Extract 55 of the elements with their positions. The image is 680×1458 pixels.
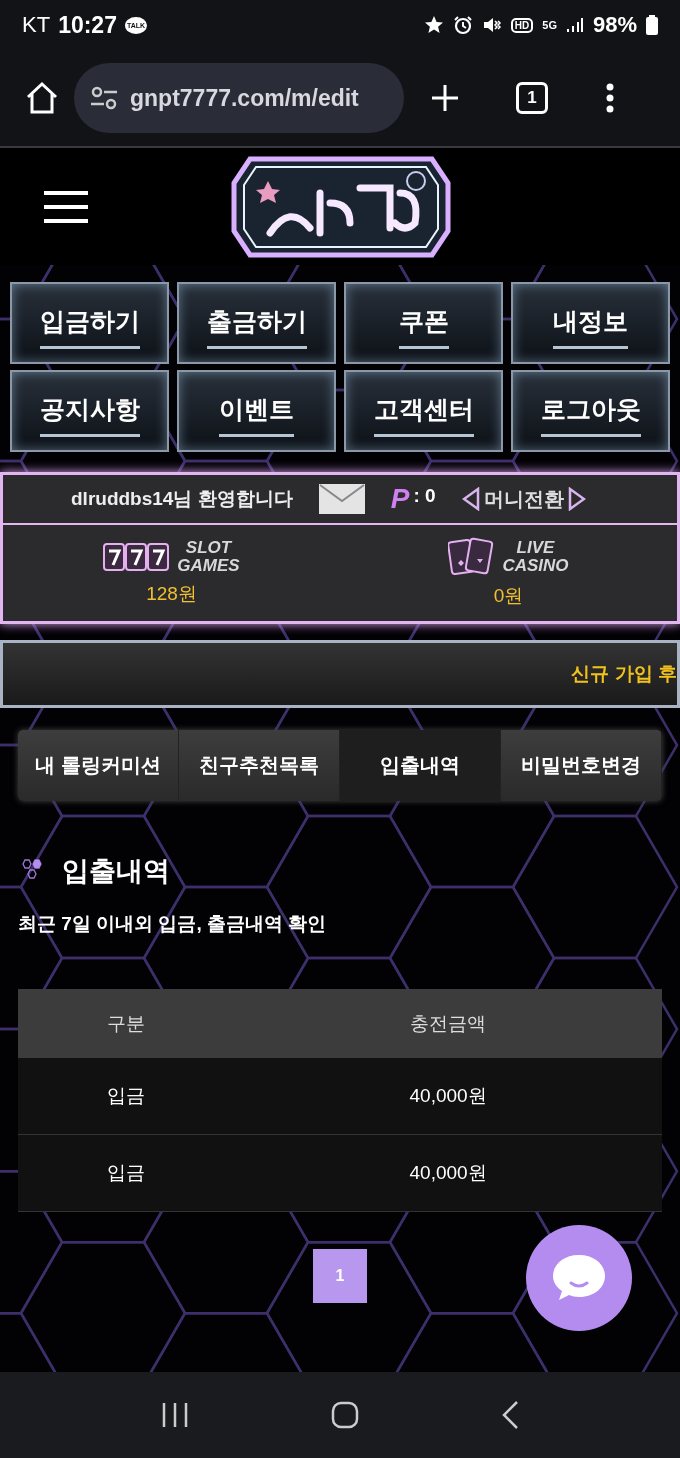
menu-button[interactable]: 공지사항 [10, 370, 169, 452]
table-cell: 입금 [18, 1058, 235, 1135]
game-category-title[interactable]: LIVE CASINO [502, 539, 569, 575]
menu-button[interactable]: 로그아웃 [511, 370, 670, 452]
battery-icon [646, 15, 658, 35]
table-cell: 40,000원 [234, 1134, 662, 1212]
tab-count[interactable]: 1 [516, 82, 548, 114]
notice-text: 신규 가입 후 [571, 662, 677, 686]
column-header: 구분 [18, 989, 235, 1058]
table-cell: 40,000원 [234, 1058, 662, 1135]
new-tab-icon[interactable] [430, 83, 460, 113]
section-title: 입출내역 [62, 855, 170, 888]
clock-time: 10:27 [58, 11, 117, 39]
tab[interactable]: 입출내역 [340, 730, 501, 801]
home-icon[interactable] [24, 81, 60, 115]
tab[interactable]: 비밀번호변경 [501, 730, 662, 801]
address-bar[interactable]: gnpt7777.com/m/edit [74, 63, 404, 133]
menu-icon[interactable] [44, 189, 88, 224]
alarm-icon [452, 15, 473, 35]
tab[interactable]: 내 롤링커미션 [18, 730, 179, 801]
chat-button[interactable] [526, 1225, 632, 1331]
mute-icon [481, 15, 502, 35]
game-category-title[interactable]: SLOT GAMES [177, 539, 240, 575]
column-header: 충전금액 [234, 989, 662, 1058]
playing-cards-icon [448, 537, 495, 577]
site-settings-icon[interactable] [90, 86, 118, 110]
table-cell: 입금 [18, 1134, 235, 1212]
more-menu-icon[interactable] [606, 83, 614, 113]
menu-button[interactable]: 입금하기 [10, 282, 169, 364]
balance-amount: 128원 [146, 582, 197, 606]
balance-amount: 0원 [493, 584, 524, 608]
mail-icon[interactable] [318, 484, 365, 514]
money-transfer-button[interactable]: 머니전환 [461, 485, 586, 513]
menu-button[interactable]: 이벤트 [177, 370, 336, 452]
menu-button[interactable]: 쿠폰 [344, 282, 503, 364]
welcome-text: dlruddbs14님 환영합니다 [71, 487, 293, 511]
slot-sevens-icon [103, 543, 170, 571]
menu-button[interactable]: 고객센터 [344, 370, 503, 452]
point-value: : 0 [413, 485, 436, 507]
back-icon[interactable] [501, 1400, 519, 1430]
menu-button[interactable]: 내정보 [511, 282, 670, 364]
right-arrow-icon [567, 487, 586, 511]
left-arrow-icon [461, 487, 480, 511]
battery-level: 98% [592, 12, 637, 38]
hd-voice-icon: HD [510, 17, 534, 33]
star-icon [423, 15, 444, 35]
signal-icon [565, 16, 584, 34]
menu-button[interactable]: 출금하기 [177, 282, 336, 364]
recent-apps-icon[interactable] [161, 1402, 189, 1428]
home-button-icon[interactable] [331, 1401, 359, 1429]
network-type-icon: 5G [542, 19, 557, 31]
tab[interactable]: 친구추천목록 [179, 730, 340, 801]
point-label: P [390, 483, 410, 515]
carrier-name: KT [22, 12, 51, 38]
section-description: 최근 7일 이내외 입금, 출금내역 확인 [18, 912, 328, 936]
